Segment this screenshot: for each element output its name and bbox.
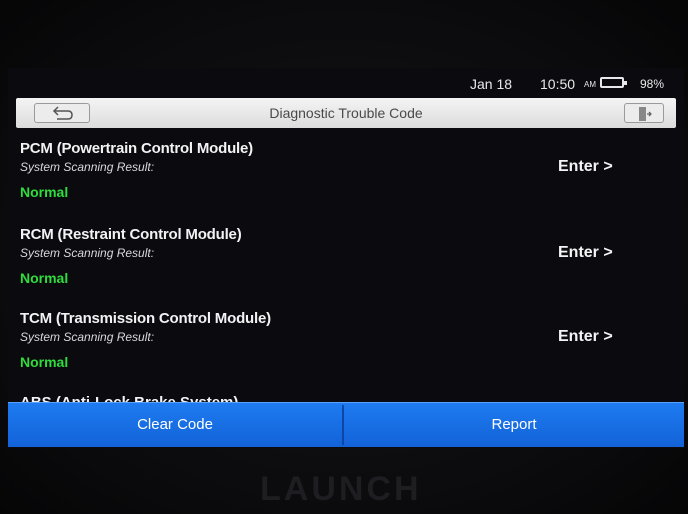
module-status: Normal xyxy=(20,184,69,200)
report-button[interactable]: Report xyxy=(344,403,684,447)
status-time: 10:50 xyxy=(540,76,576,92)
status-date: Jan 18 xyxy=(470,76,513,92)
module-subtitle: System Scanning Result: xyxy=(20,160,155,174)
module-name: RCM (Restraint Control Module) xyxy=(20,226,242,243)
module-name: PCM (Powertrain Control Module) xyxy=(20,140,253,157)
enter-button-tcm[interactable]: Enter > xyxy=(558,328,648,354)
exit-button[interactable] xyxy=(624,103,664,123)
module-subtitle: System Scanning Result: xyxy=(20,246,155,260)
module-name: TCM (Transmission Control Module) xyxy=(20,310,271,327)
module-status: Normal xyxy=(20,354,69,370)
action-bar: Clear Code Report xyxy=(8,402,684,447)
screen: Jan 18 10:50 AM 98% Diagnostic Trouble C… xyxy=(8,68,684,448)
enter-button-pcm[interactable]: Enter > xyxy=(558,158,648,184)
module-item-tcm: TCM (Transmission Control Module) System… xyxy=(20,310,670,394)
brand-logo: LAUNCH xyxy=(260,470,422,508)
module-status: Normal xyxy=(20,270,69,286)
status-bar: Jan 18 10:50 AM 98% xyxy=(8,68,684,96)
exit-icon xyxy=(639,107,652,121)
module-subtitle: System Scanning Result: xyxy=(20,330,155,344)
enter-button-rcm[interactable]: Enter > xyxy=(558,244,648,270)
module-item-pcm: PCM (Powertrain Control Module) System S… xyxy=(20,140,670,224)
device-bezel: Jan 18 10:50 AM 98% Diagnostic Trouble C… xyxy=(0,0,688,514)
module-item-rcm: RCM (Restraint Control Module) System Sc… xyxy=(20,226,670,310)
page-title: Diagnostic Trouble Code xyxy=(269,105,423,121)
title-bar: Diagnostic Trouble Code xyxy=(16,98,676,128)
clear-code-button[interactable]: Clear Code xyxy=(8,403,342,447)
battery-percent: 98% xyxy=(640,77,665,91)
status-ampm: AM xyxy=(584,80,596,89)
battery-icon xyxy=(600,77,627,88)
